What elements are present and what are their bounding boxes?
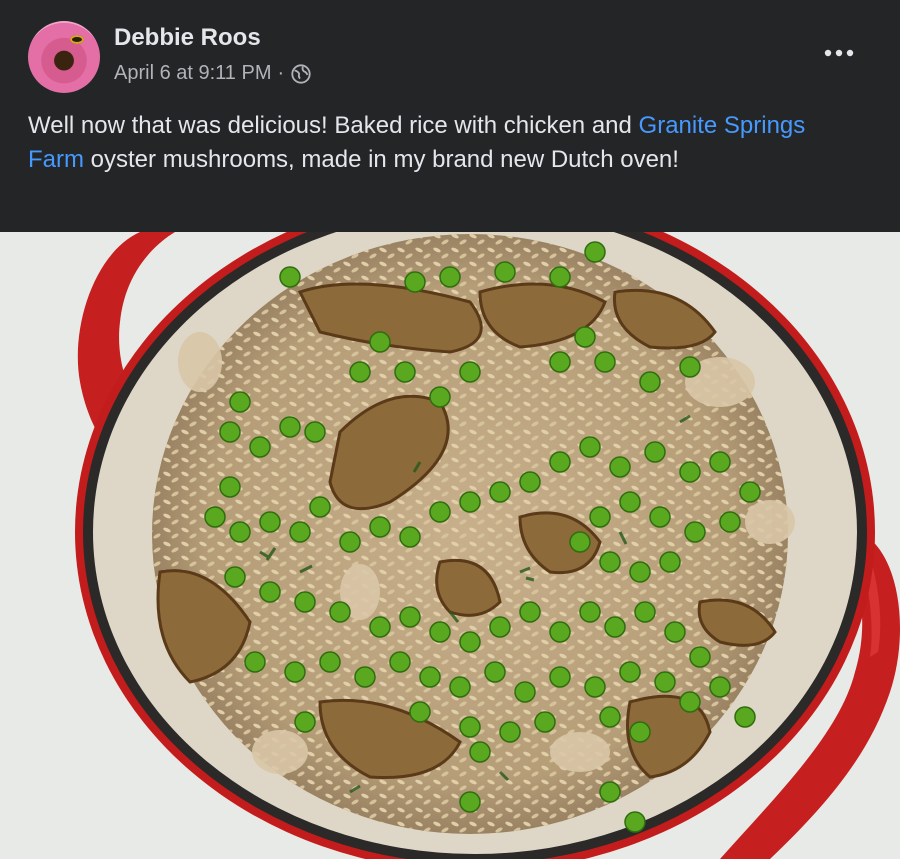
meta-separator: · xyxy=(277,62,285,84)
dutch-oven-photo xyxy=(0,232,900,859)
post-text-start: Well now that was delicious! Baked rice … xyxy=(28,112,639,139)
post-timestamp[interactable]: April 6 at 9:11 PM xyxy=(114,62,271,85)
more-options-icon[interactable] xyxy=(822,40,856,66)
post-text-end: oyster mushrooms, made in my brand new D… xyxy=(84,146,679,173)
globe-icon[interactable] xyxy=(290,63,312,85)
post-text: Well now that was delicious! Baked rice … xyxy=(28,109,858,177)
post-header: Debbie Roos April 6 at 9:11 PM · xyxy=(0,0,900,100)
post-meta: April 6 at 9:11 PM · xyxy=(114,62,312,85)
author-name[interactable]: Debbie Roos xyxy=(114,24,261,52)
bee-icon xyxy=(70,35,84,44)
avatar[interactable] xyxy=(28,21,100,93)
facebook-post: Debbie Roos April 6 at 9:11 PM · Well no… xyxy=(0,0,900,859)
post-photo[interactable] xyxy=(0,232,900,859)
